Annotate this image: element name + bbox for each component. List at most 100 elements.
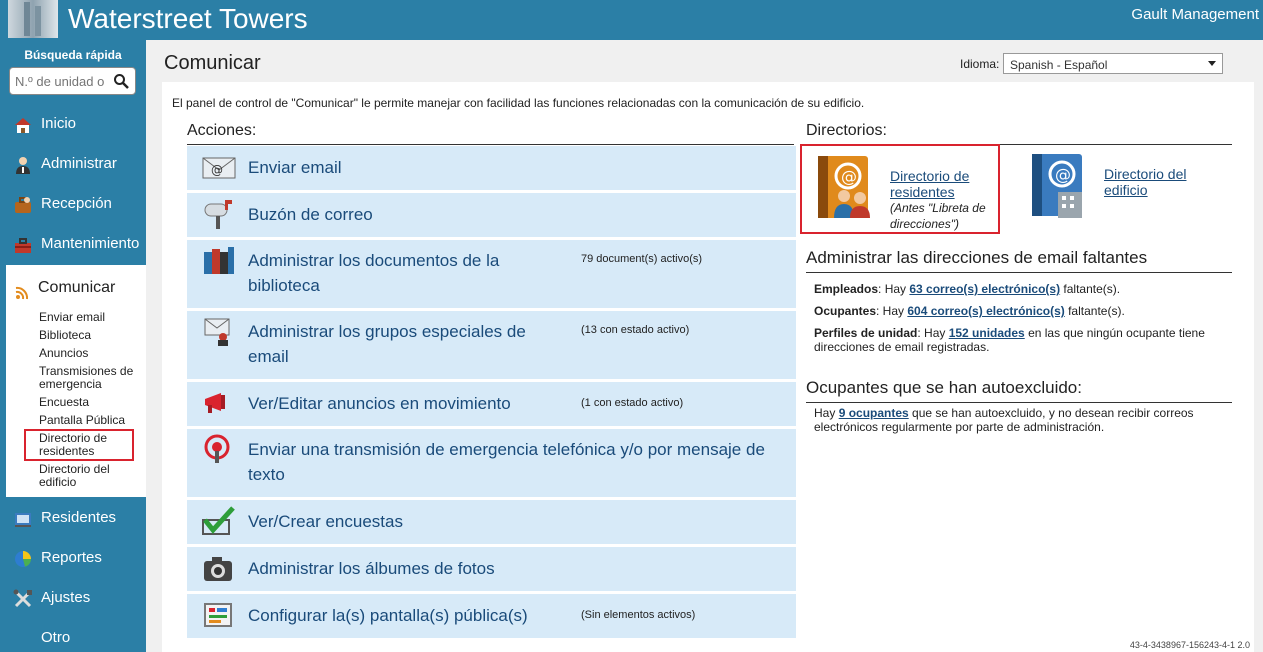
action-status: (1 con estado activo) <box>581 397 684 409</box>
top-bar: Waterstreet Towers Gault Management <box>0 0 1263 40</box>
admin-user-icon <box>16 157 30 174</box>
group-email-icon <box>204 318 230 346</box>
language-select[interactable]: Spanish - Español <box>1003 53 1223 74</box>
sidebar-item-inicio[interactable]: Inicio <box>0 106 146 142</box>
dir-residents-line1[interactable]: Directorio de <box>890 168 969 184</box>
sidebar-item-comunicar[interactable]: Comunicar <box>38 279 115 297</box>
quick-search-box[interactable] <box>9 67 136 95</box>
sub-enviar-email[interactable]: Enviar email <box>39 311 105 324</box>
sub-directorio-edificio[interactable]: Directorio del edificio <box>39 463 119 489</box>
quick-search-input[interactable] <box>15 72 110 90</box>
sidebar-item-mantenimiento[interactable]: Mantenimiento <box>0 226 146 262</box>
occupants-label: Ocupantes <box>814 304 877 318</box>
action-label: Configurar la(s) pantalla(s) pública(s) <box>248 606 528 625</box>
employees-pre: : Hay <box>878 282 910 296</box>
books-icon <box>204 247 234 274</box>
megaphone-icon <box>205 393 225 413</box>
sidebar-item-reportes[interactable]: Reportes <box>0 540 146 576</box>
action-row-enviar-email[interactable]: @ Enviar email <box>187 146 796 190</box>
action-row-pantallas[interactable]: Configurar la(s) pantalla(s) pública(s) … <box>187 594 796 638</box>
sidebar: Búsqueda rápida Inicio Administrar Recep… <box>0 40 146 652</box>
sidebar-item-residentes[interactable]: Residentes <box>0 500 146 536</box>
action-label: Buzón de correo <box>248 205 373 224</box>
optout-title: Ocupantes que se han autoexcluido: <box>806 378 1232 403</box>
optout-pre: Hay <box>814 406 839 420</box>
employees-post: faltante(s). <box>1060 282 1121 296</box>
residents-icon <box>15 513 31 527</box>
pie-chart-icon <box>15 551 31 567</box>
brand-title[interactable]: Waterstreet Towers <box>68 2 308 36</box>
sidebar-item-label: Ajustes <box>41 589 91 606</box>
comunicar-panel: Comunicar Enviar email Biblioteca Anunci… <box>6 265 146 497</box>
residents-directory-icon: @ <box>818 156 870 218</box>
page-title: Comunicar <box>164 52 261 74</box>
dir-residents-note1: (Antes "Libreta de <box>890 201 986 215</box>
action-row-anuncios[interactable]: Ver/Editar anuncios en movimiento (1 con… <box>187 382 796 426</box>
sidebar-item-label: Administrar <box>41 155 117 172</box>
sub-anuncios[interactable]: Anuncios <box>39 347 88 360</box>
missing-emails-title: Administrar las direcciones de email fal… <box>806 248 1232 273</box>
sub-biblioteca[interactable]: Biblioteca <box>39 329 91 342</box>
dir-residents-card[interactable]: @ Directorio de residentes (Antes "Libre… <box>800 144 1000 234</box>
main-area: Comunicar Idioma: Spanish - Español El p… <box>146 40 1263 652</box>
emergency-phone-icon <box>204 434 230 463</box>
action-row-buzon[interactable]: Buzón de correo <box>187 193 796 237</box>
sidebar-item-label: Recepción <box>41 195 112 212</box>
optout-link[interactable]: 9 ocupantes <box>839 406 909 420</box>
directories-title: Directorios: <box>806 122 1232 145</box>
sidebar-item-label: Reportes <box>41 549 102 566</box>
action-label: Administrar los grupos especiales de ema… <box>248 322 526 366</box>
dir-building-line2[interactable]: edificio <box>1104 182 1148 198</box>
sub-transmisiones[interactable]: Transmisiones de emergencia <box>39 365 144 391</box>
quick-search-label: Búsqueda rápida <box>24 48 122 62</box>
intro-text: El panel de control de "Comunicar" le pe… <box>172 96 865 110</box>
search-icon[interactable] <box>113 73 129 89</box>
mailbox-icon <box>204 200 232 229</box>
missing-occupants: Ocupantes: Hay 604 correo(s) electrónico… <box>814 304 1229 318</box>
action-row-biblioteca[interactable]: Administrar los documentos de la bibliot… <box>187 240 796 308</box>
actions-title: Acciones: <box>187 122 794 145</box>
sidebar-item-label: Mantenimiento <box>41 235 140 252</box>
email-icon: @ <box>202 157 236 179</box>
svg-text:@: @ <box>1055 165 1071 184</box>
action-row-encuestas[interactable]: Ver/Crear encuestas <box>187 500 796 544</box>
action-row-emergencia[interactable]: Enviar una transmisión de emergencia tel… <box>187 429 796 497</box>
sidebar-item-label: Otro <box>41 629 71 646</box>
optout-text: Hay 9 ocupantes que se han autoexcluido,… <box>814 406 1229 434</box>
building-directory-icon: @ <box>1032 154 1082 218</box>
language-value: Spanish - Español <box>1010 58 1108 72</box>
sidebar-item-recepcion[interactable]: Recepción <box>0 186 146 222</box>
sidebar-item-label: Inicio <box>41 115 77 132</box>
missing-profiles: Perfiles de unidad: Hay 152 unidades en … <box>814 326 1229 354</box>
dir-residents-note2: direcciones") <box>890 217 959 231</box>
occupants-pre: : Hay <box>876 304 908 318</box>
sidebar-item-administrar[interactable]: Administrar <box>0 146 146 182</box>
profiles-label: Perfiles de unidad <box>814 326 918 340</box>
management-name[interactable]: Gault Management <box>1131 6 1259 23</box>
dir-building-card[interactable]: @ Directorio del edificio <box>1024 144 1224 234</box>
occupants-link[interactable]: 604 correo(s) electrónico(s) <box>907 304 1064 318</box>
action-label: Administrar los documentos de la bibliot… <box>248 251 500 295</box>
employees-link[interactable]: 63 correo(s) electrónico(s) <box>909 282 1060 296</box>
action-label: Administrar los álbumes de fotos <box>248 559 495 578</box>
sidebar-item-ajustes[interactable]: Ajustes <box>0 580 146 616</box>
svg-text:@: @ <box>211 163 223 177</box>
sub-encuesta[interactable]: Encuesta <box>39 396 89 409</box>
wifi-signal-icon <box>15 286 29 300</box>
chevron-down-icon <box>1208 61 1216 66</box>
profiles-pre: : Hay <box>917 326 949 340</box>
sidebar-item-otro[interactable]: Otro <box>0 620 146 652</box>
dir-residents-line2[interactable]: residentes <box>890 184 955 200</box>
action-label: Ver/Editar anuncios en movimiento <box>248 394 511 413</box>
action-status: (Sin elementos activos) <box>581 609 696 621</box>
sidebar-item-label: Residentes <box>41 509 117 526</box>
sub-pantalla-publica[interactable]: Pantalla Pública <box>39 414 125 427</box>
building-logo[interactable] <box>8 0 58 38</box>
action-row-albumes[interactable]: Administrar los álbumes de fotos <box>187 547 796 591</box>
sub-directorio-residentes[interactable]: Directorio de residentes <box>39 432 119 458</box>
profiles-link[interactable]: 152 unidades <box>949 326 1025 340</box>
action-row-grupos-email[interactable]: Administrar los grupos especiales de ema… <box>187 311 796 379</box>
camera-icon <box>204 557 232 581</box>
dir-building-line1[interactable]: Directorio del <box>1104 166 1186 182</box>
briefcase-icon <box>15 197 31 213</box>
